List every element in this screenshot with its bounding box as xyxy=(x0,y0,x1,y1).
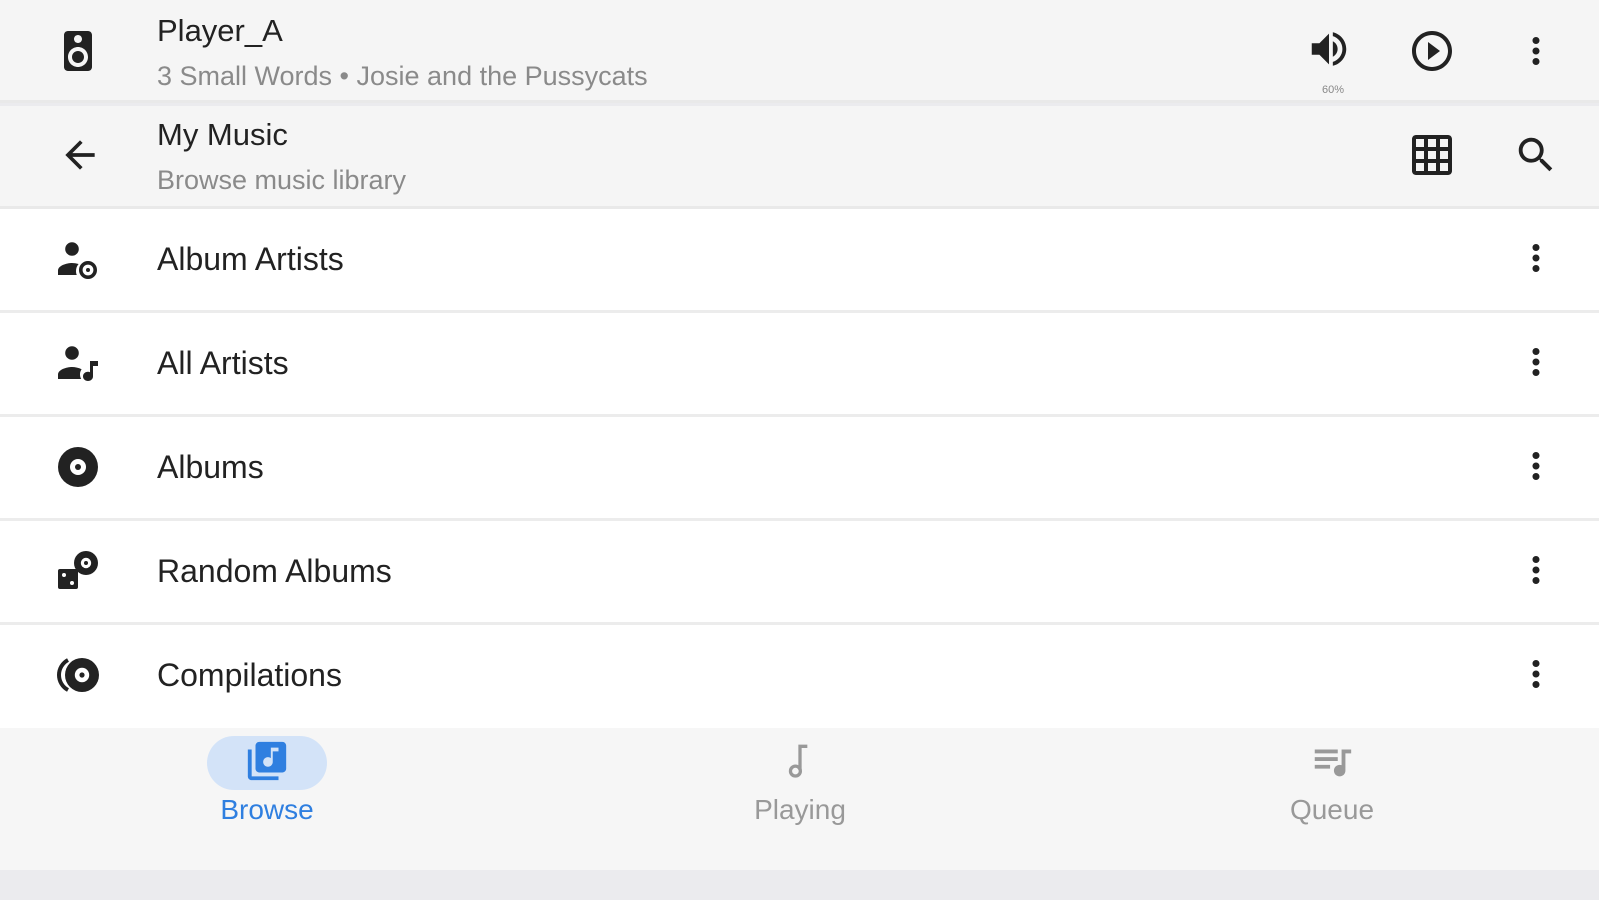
search-icon xyxy=(1513,132,1559,183)
more-vert-icon xyxy=(1515,549,1557,596)
tab-label: Playing xyxy=(754,794,846,825)
player-bar[interactable]: Player_A 3 Small Words • Josie and the P… xyxy=(0,0,1599,103)
arrow-back-icon xyxy=(58,133,102,182)
list-item-compilations[interactable]: Compilations xyxy=(0,625,1599,726)
volume-level: 60% xyxy=(1321,84,1345,96)
queue-music-icon xyxy=(1309,738,1355,789)
tab-playing[interactable]: Playing xyxy=(700,728,900,870)
header-titles: My Music Browse music library xyxy=(157,116,406,198)
list-item-label: Album Artists xyxy=(157,241,344,277)
tab-label: Queue xyxy=(1289,794,1375,825)
music-note-icon xyxy=(778,739,822,788)
album-artist-icon xyxy=(54,235,102,283)
item-menu-button[interactable] xyxy=(1506,542,1566,602)
artist-icon xyxy=(54,339,102,387)
speaker-icon xyxy=(54,27,102,75)
tab-indicator xyxy=(207,736,327,790)
list-item-label: All Artists xyxy=(157,345,289,381)
more-vert-icon xyxy=(1515,237,1557,284)
library-header: My Music Browse music library xyxy=(0,106,1599,209)
tab-indicator xyxy=(740,736,860,790)
play-circle-icon xyxy=(1408,27,1456,80)
library-music-icon xyxy=(244,738,290,789)
page-subtitle: Browse music library xyxy=(157,165,407,195)
player-name: Player_A xyxy=(157,13,283,48)
now-playing-text: 3 Small Words • Josie and the Pussycats xyxy=(157,61,648,91)
list-item-label: Random Albums xyxy=(157,553,392,589)
more-vert-icon xyxy=(1515,445,1557,492)
album-icon xyxy=(54,443,102,491)
grid-view-button[interactable] xyxy=(1402,127,1462,187)
list-item-album-artists[interactable]: Album Artists xyxy=(0,209,1599,313)
more-vert-icon xyxy=(1515,653,1557,700)
compilations-icon xyxy=(54,651,102,699)
volume-icon xyxy=(1306,26,1352,77)
list-item-all-artists[interactable]: All Artists xyxy=(0,313,1599,417)
item-menu-button[interactable] xyxy=(1506,646,1566,706)
tab-indicator xyxy=(1272,736,1392,790)
list-item-albums[interactable]: Albums xyxy=(0,417,1599,521)
volume-button[interactable] xyxy=(1299,21,1359,81)
bottom-navigation: Browse Playing Queue xyxy=(0,728,1599,870)
list-item-random-albums[interactable]: Random Albums xyxy=(0,521,1599,625)
more-vert-icon xyxy=(1515,30,1557,77)
item-menu-button[interactable] xyxy=(1506,334,1566,394)
player-info[interactable]: Player_A 3 Small Words • Josie and the P… xyxy=(157,12,648,94)
tab-label: Browse xyxy=(220,794,314,825)
item-menu-button[interactable] xyxy=(1506,230,1566,290)
page-title: My Music xyxy=(157,117,288,152)
more-vert-icon xyxy=(1515,341,1557,388)
random-albums-icon xyxy=(54,547,102,595)
list-item-label: Compilations xyxy=(157,657,342,693)
tab-queue[interactable]: Queue xyxy=(1232,728,1432,870)
play-button[interactable] xyxy=(1402,23,1462,83)
tab-browse[interactable]: Browse xyxy=(167,728,367,870)
list-item-label: Albums xyxy=(157,449,264,485)
player-menu-button[interactable] xyxy=(1506,23,1566,83)
grid-view-icon xyxy=(1408,131,1456,184)
search-button[interactable] xyxy=(1506,127,1566,187)
back-button[interactable] xyxy=(50,127,110,187)
item-menu-button[interactable] xyxy=(1506,438,1566,498)
music-app: Player_A 3 Small Words • Josie and the P… xyxy=(0,0,1599,900)
system-bar-area xyxy=(0,870,1599,900)
library-list: Album Artists All Artists Albums Random … xyxy=(0,209,1599,728)
